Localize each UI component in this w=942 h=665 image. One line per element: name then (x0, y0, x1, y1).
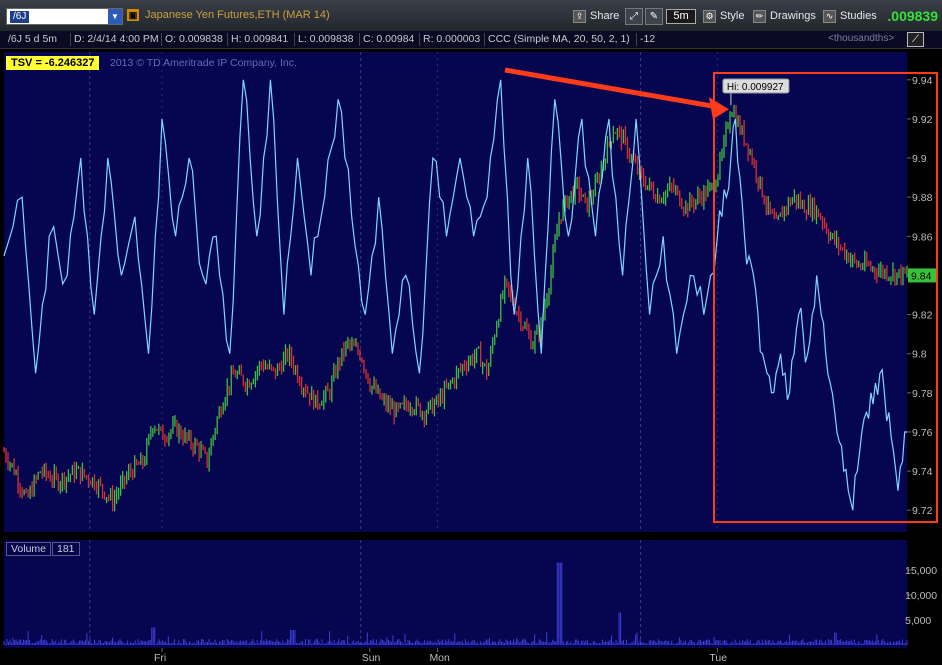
volume-tick-label: 15,000 (905, 565, 937, 577)
volume-tick-label: 10,000 (905, 590, 937, 602)
volume-axis: 15,000 10,000 5,000 (905, 565, 937, 627)
arrow-head (708, 97, 729, 120)
volume-label[interactable]: Volume (6, 542, 52, 556)
time-axis: Fri Sun Mon Tue (154, 648, 727, 664)
price-tick-label: 9.74 (912, 466, 933, 478)
time-tick-label: Fri (154, 652, 166, 664)
tsv-badge[interactable]: TSV = -6.246327 (6, 56, 100, 70)
chart-svg: 9.94 9.92 9.9 9.88 9.86 9.84 9.82 9.8 9.78 9.76 9.… (3, 52, 938, 664)
current-price-label: 9.84 (911, 270, 932, 282)
volume-tick-label: 5,000 (905, 615, 931, 627)
price-series (3, 104, 908, 512)
time-tick-label: Tue (709, 652, 727, 664)
price-axis: 9.94 9.92 9.9 9.88 9.86 9.84 9.82 9.8 9.78 9.76 9.… (907, 75, 936, 517)
volume-series (3, 562, 908, 645)
price-tick-label: 9.86 (912, 231, 933, 243)
trend-arrow (504, 67, 720, 110)
time-tick-label: Sun (362, 652, 381, 664)
price-tick-label: 9.72 (912, 505, 933, 517)
time-tick-label: Mon (429, 652, 450, 664)
price-tick-label: 9.9 (912, 153, 927, 165)
price-tick-label: 9.78 (912, 388, 933, 400)
price-tick-label: 9.82 (912, 310, 933, 322)
price-tick-label: 9.76 (912, 427, 933, 439)
price-tick-label: 9.88 (912, 192, 933, 204)
volume-value: 181 (52, 542, 80, 556)
tsv-line (3, 79, 907, 511)
tsv-series (3, 79, 907, 511)
price-tick-label: 9.94 (912, 75, 933, 87)
price-tick-label: 9.92 (912, 114, 933, 126)
hi-label: Hi: 0.009927 (727, 82, 784, 93)
copyright-text: 2013 © TD Ameritrade IP Company, Inc. (110, 57, 297, 69)
price-tick-label: 9.8 (912, 349, 927, 361)
annotations: Hi: 0.009927 (504, 67, 938, 523)
